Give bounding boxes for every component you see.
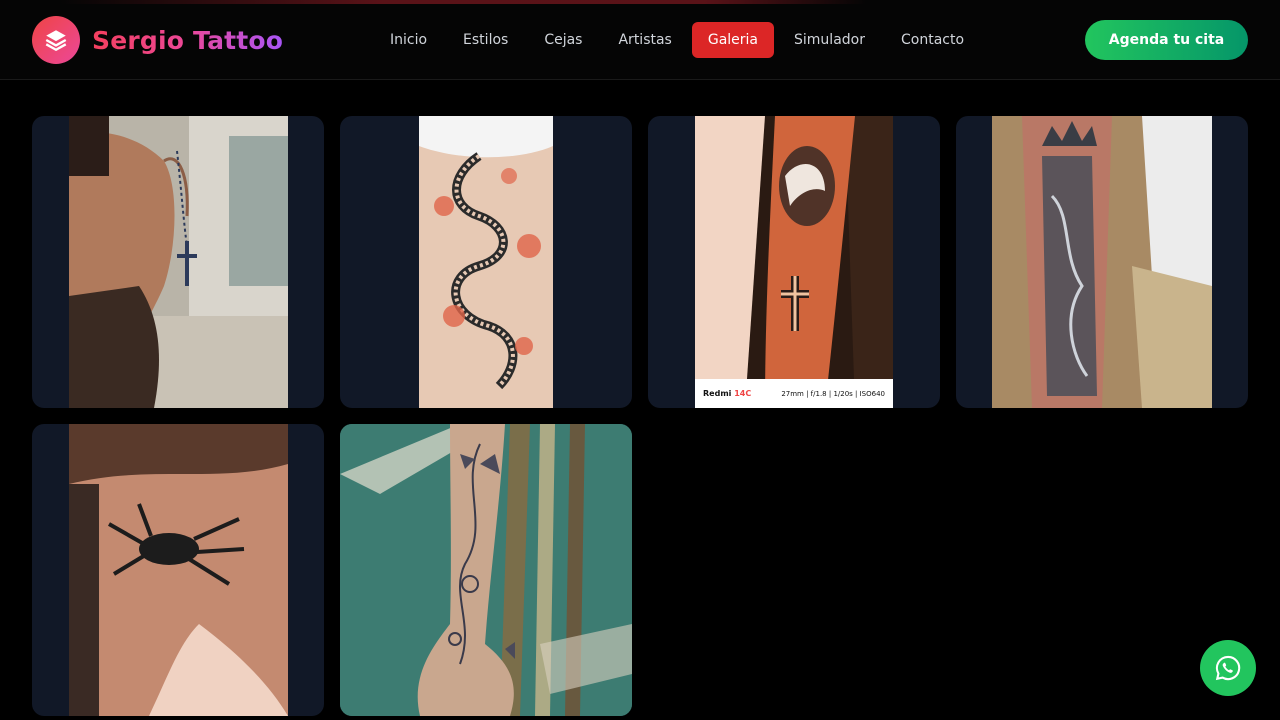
gallery-item[interactable] [340, 424, 632, 716]
nav-contacto[interactable]: Contacto [885, 22, 980, 58]
tattoo-gallery: Redmi 14C 27mm | f/1.8 | 1/20s | ISO640 [32, 116, 1248, 716]
gallery-item[interactable] [32, 116, 324, 408]
nav-cejas[interactable]: Cejas [528, 22, 598, 58]
whatsapp-icon [1215, 655, 1241, 681]
camera-specs: 27mm | f/1.8 | 1/20s | ISO640 [781, 389, 885, 398]
layers-icon [32, 16, 80, 64]
tattoo-photo [69, 424, 288, 716]
book-appointment-button[interactable]: Agenda tu cita [1085, 20, 1248, 60]
camera-brand: Redmi 14C [703, 389, 752, 398]
header-glow [60, 0, 866, 4]
tattoo-photo [69, 116, 288, 408]
tattoo-photo [340, 424, 632, 716]
nav-artistas[interactable]: Artistas [602, 22, 687, 58]
gallery-item[interactable] [340, 116, 632, 408]
photo-caption: Redmi 14C 27mm | f/1.8 | 1/20s | ISO640 [695, 379, 893, 408]
nav-estilos[interactable]: Estilos [447, 22, 524, 58]
brand[interactable]: Sergio Tattoo [32, 16, 283, 64]
gallery-item[interactable] [956, 116, 1248, 408]
nav-inicio[interactable]: Inicio [374, 22, 443, 58]
brand-name: Sergio Tattoo [92, 25, 284, 55]
gallery-item[interactable]: Redmi 14C 27mm | f/1.8 | 1/20s | ISO640 [648, 116, 940, 408]
nav-galeria[interactable]: Galeria [691, 22, 775, 58]
gallery-item[interactable] [32, 424, 324, 716]
nav-simulador[interactable]: Simulador [778, 22, 881, 58]
whatsapp-button[interactable] [1200, 640, 1256, 696]
site-header: Sergio Tattoo Inicio Estilos Cejas Artis… [0, 0, 1280, 80]
tattoo-photo [992, 116, 1212, 408]
tattoo-photo [419, 116, 553, 408]
main-nav: Inicio Estilos Cejas Artistas Galeria Si… [374, 22, 984, 58]
tattoo-photo: Redmi 14C 27mm | f/1.8 | 1/20s | ISO640 [695, 116, 893, 408]
